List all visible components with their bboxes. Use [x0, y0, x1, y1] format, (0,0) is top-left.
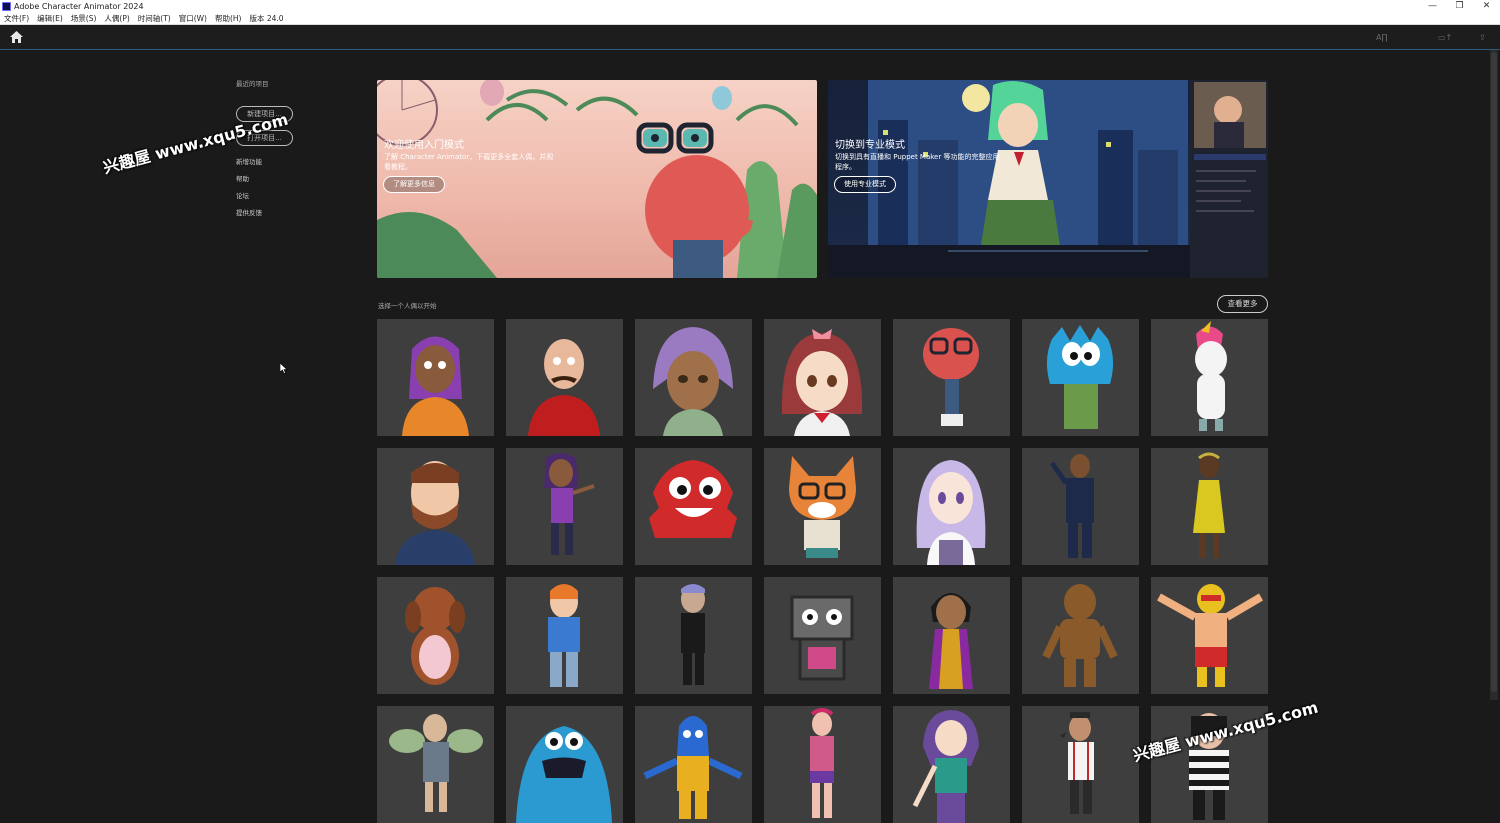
puppet-tile[interactable] [635, 319, 752, 436]
pro-banner-description: 切换到具有直播和 Puppet Maker 等功能的完整应用程序。 [835, 153, 1000, 171]
puppet-thumbnail [1046, 325, 1114, 429]
window-titlebar: Adobe Character Animator 2024 — ❐ ✕ [0, 0, 1500, 13]
maximize-button[interactable]: ❐ [1446, 0, 1473, 13]
recent-projects-heading: 最近的项目 [236, 80, 269, 88]
menu-timeline[interactable]: 时间轴(T) [138, 13, 171, 25]
puppet-thumbnail [395, 461, 475, 565]
puppet-thumbnail [1157, 584, 1264, 687]
puppet-tile[interactable] [1022, 706, 1139, 823]
puppet-thumbnail [781, 329, 863, 436]
puppet-thumbnail [916, 460, 986, 565]
scrollbar-thumb[interactable] [1491, 52, 1497, 692]
puppet-tile[interactable] [506, 577, 623, 694]
puppet-thumbnail [681, 584, 705, 685]
menu-puppet[interactable]: 人偶(P) [104, 13, 129, 25]
workspace-icon[interactable]: A∏ [1376, 33, 1388, 42]
puppet-thumbnail [402, 336, 469, 436]
puppet-tile[interactable] [1151, 319, 1268, 436]
puppet-tile[interactable] [377, 448, 494, 565]
window-controls: — ❐ ✕ [1419, 0, 1500, 13]
puppet-tile[interactable] [1151, 448, 1268, 565]
puppet-tile[interactable] [1151, 577, 1268, 694]
app-toolbar: A∏ ▭↑ ⇪ [0, 25, 1500, 50]
puppet-thumbnail [1060, 712, 1094, 814]
app-icon [2, 2, 11, 11]
menu-help[interactable]: 帮助(H) [215, 13, 242, 25]
puppet-tile[interactable] [893, 577, 1010, 694]
help-link[interactable]: 帮助 [236, 173, 336, 183]
puppet-thumbnail [929, 593, 973, 689]
close-button[interactable]: ✕ [1473, 0, 1500, 13]
puppet-tile[interactable] [635, 706, 752, 823]
puppet-tile[interactable] [635, 577, 752, 694]
puppet-tile[interactable] [1022, 577, 1139, 694]
puppet-thumbnail [923, 328, 979, 426]
puppet-thumbnail [1193, 452, 1225, 558]
puppet-tile[interactable] [1022, 448, 1139, 565]
puppet-tile[interactable] [506, 319, 623, 436]
puppet-thumbnail [544, 453, 595, 555]
learn-more-button[interactable]: 了解更多信息 [383, 176, 445, 193]
whats-new-link[interactable]: 新增功能 [236, 156, 336, 166]
pro-banner-title: 切换到专业模式 [835, 140, 905, 151]
menu-file[interactable]: 文件(F) [4, 13, 29, 25]
starter-banner-title: 欢迎使用入门模式 [384, 140, 464, 151]
puppet-tile[interactable] [764, 706, 881, 823]
share-icon[interactable]: ⇪ [1479, 33, 1486, 42]
home-icon[interactable] [10, 31, 23, 43]
feedback-link[interactable]: 提供反馈 [236, 207, 336, 217]
puppet-thumbnail [649, 460, 737, 538]
pro-mode-banner[interactable]: 切换到专业模式 切换到具有直播和 Puppet Maker 等功能的完整应用程序… [828, 80, 1268, 278]
puppet-thumbnail [528, 339, 600, 436]
puppet-thumbnail [790, 595, 854, 681]
starter-banner-description: 了解 Character Animator，下载更多全套人偶，并观看教程。 [384, 153, 554, 171]
puppet-tile[interactable] [764, 448, 881, 565]
puppet-thumbnail [789, 456, 856, 558]
puppet-thumbnail [548, 584, 580, 687]
puppet-tile[interactable] [635, 448, 752, 565]
puppet-tile[interactable] [893, 448, 1010, 565]
publish-icon[interactable]: ▭↑ [1438, 33, 1452, 42]
menu-window[interactable]: 窗口(W) [179, 13, 207, 25]
starter-mode-banner[interactable]: 欢迎使用入门模式 了解 Character Animator，下载更多全套人偶，… [377, 80, 817, 278]
puppet-tile[interactable] [377, 319, 494, 436]
minimize-button[interactable]: — [1419, 0, 1446, 13]
puppet-thumbnail [643, 716, 743, 819]
puppet-tile[interactable] [893, 706, 1010, 823]
puppet-thumbnail [912, 710, 979, 823]
puppet-thumbnail [1042, 584, 1118, 687]
forum-link[interactable]: 论坛 [236, 190, 336, 200]
puppet-tile[interactable] [764, 319, 881, 436]
window-title: Adobe Character Animator 2024 [14, 2, 144, 11]
puppet-tile[interactable] [506, 706, 623, 823]
version-label: 版本 24.0 [249, 13, 284, 23]
puppet-tile[interactable] [764, 577, 881, 694]
puppet-thumbnail [1195, 321, 1227, 431]
see-more-button[interactable]: 查看更多 [1217, 295, 1268, 313]
puppets-section-label: 选择一个人偶以开始 [378, 302, 437, 310]
puppet-thumbnail [810, 708, 834, 818]
puppet-tile[interactable] [377, 577, 494, 694]
puppet-thumbnail [516, 726, 612, 823]
menu-bar: 文件(F) 编辑(E) 场景(S) 人偶(P) 时间轴(T) 窗口(W) 帮助(… [0, 13, 1500, 25]
menu-edit[interactable]: 编辑(E) [37, 13, 63, 25]
puppet-tile[interactable] [506, 448, 623, 565]
puppet-thumbnail [1049, 454, 1094, 558]
puppet-thumbnail [653, 327, 733, 436]
menu-scene[interactable]: 场景(S) [71, 13, 97, 25]
home-sidebar: 最近的项目 新建项目... 打开项目... 新增功能 帮助 论坛 提供反馈 [236, 78, 336, 217]
puppet-tile[interactable] [893, 319, 1010, 436]
puppet-tile[interactable] [1022, 319, 1139, 436]
use-pro-mode-button[interactable]: 使用专业模式 [834, 176, 896, 193]
puppet-thumbnail [405, 587, 465, 685]
puppet-thumbnail [389, 714, 483, 812]
mouse-cursor-icon [280, 363, 288, 374]
puppet-tile[interactable] [377, 706, 494, 823]
